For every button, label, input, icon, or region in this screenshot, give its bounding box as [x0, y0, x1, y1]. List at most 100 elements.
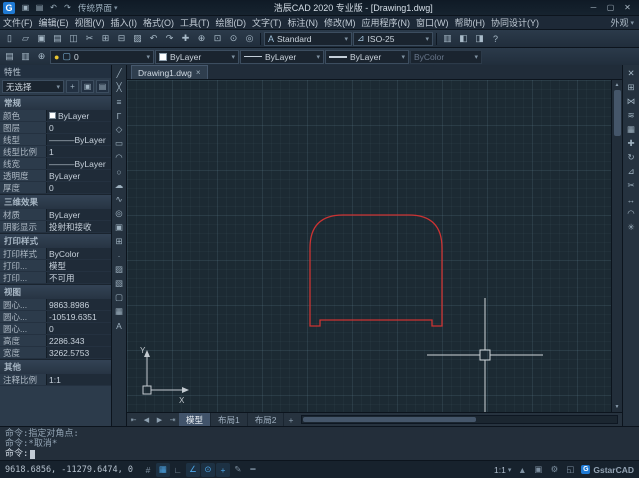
menu-item[interactable]: 帮助(H)	[452, 16, 489, 30]
ortho-toggle[interactable]: ∟	[171, 463, 185, 477]
polyline-icon[interactable]: Γ	[113, 109, 126, 122]
erase-icon[interactable]: ✕	[625, 67, 638, 80]
make-block-icon[interactable]: ⊞	[113, 235, 126, 248]
new-file-icon[interactable]: ▯	[2, 31, 17, 46]
print-icon[interactable]: ▤	[33, 1, 46, 14]
redo-icon[interactable]: ↷	[61, 1, 74, 14]
drawn-shape[interactable]	[310, 215, 442, 326]
layout-tab[interactable]: 布局2	[248, 413, 285, 426]
layer-combo[interactable]: ● ▢ 0 ▾	[50, 50, 154, 64]
autoscale-icon[interactable]: ▣	[531, 463, 545, 477]
menu-item[interactable]: 插入(I)	[108, 16, 141, 30]
redo-icon[interactable]: ↷	[162, 31, 177, 46]
rotate-icon[interactable]: ↻	[625, 151, 638, 164]
layout-tab[interactable]: 布局1	[211, 413, 248, 426]
spline-icon[interactable]: ∿	[113, 193, 126, 206]
horizontal-scrollbar[interactable]	[301, 415, 618, 424]
property-row[interactable]: 圆心... 0	[0, 323, 111, 335]
toggle-pickadd-button[interactable]: +	[66, 80, 79, 93]
ellipse-icon[interactable]: ◎	[113, 207, 126, 220]
dim-style-combo[interactable]: ⊿ ISO-25 ▾	[353, 32, 433, 46]
menu-item[interactable]: 文件(F)	[0, 16, 36, 30]
property-row[interactable]: 宽度 3262.5753	[0, 347, 111, 359]
zoom-realtime-icon[interactable]: ⊕	[194, 31, 209, 46]
workspace-switcher[interactable]: 传统界面▾	[78, 2, 118, 14]
layout-tab[interactable]: 模型	[179, 413, 211, 426]
move-icon[interactable]: ✚	[625, 137, 638, 150]
command-prompt-line[interactable]: 命令:	[5, 449, 634, 459]
menu-item[interactable]: 视图(V)	[72, 16, 108, 30]
horizontal-scroll-thumb[interactable]	[303, 417, 476, 422]
multiline-icon[interactable]: ≡	[113, 95, 126, 108]
property-row[interactable]: 打印... 不可用	[0, 272, 111, 284]
copy-icon[interactable]: ⊞	[625, 81, 638, 94]
extend-icon[interactable]: ↔	[625, 193, 638, 206]
line-icon[interactable]: ╱	[113, 67, 126, 80]
make-layer-current-icon[interactable]: ⊕	[34, 49, 49, 64]
insert-block-icon[interactable]: ▣	[113, 221, 126, 234]
table-icon[interactable]: ▦	[113, 305, 126, 318]
copy-clip-icon[interactable]: ⊞	[98, 31, 113, 46]
menu-item[interactable]: 文字(T)	[249, 16, 285, 30]
select-objects-button[interactable]: ▣	[81, 80, 94, 93]
otrack-toggle[interactable]: +	[216, 463, 230, 477]
gradient-icon[interactable]: ▧	[113, 277, 126, 290]
section-header[interactable]: 视图	[0, 284, 111, 299]
close-button[interactable]: ✕	[619, 1, 636, 14]
paste-icon[interactable]: ⊟	[114, 31, 129, 46]
selection-combo[interactable]: 无选择 ▾	[2, 80, 64, 93]
tool-palettes-icon[interactable]: ◨	[472, 31, 487, 46]
clean-screen-icon[interactable]: ◱	[563, 463, 577, 477]
plot-preview-icon[interactable]: ◫	[66, 31, 81, 46]
drawing-canvas[interactable]: Y X	[127, 80, 611, 412]
zoom-window-icon[interactable]: ⊡	[210, 31, 225, 46]
menu-item[interactable]: 窗口(W)	[413, 16, 452, 30]
layer-states-icon[interactable]: ▥	[18, 49, 33, 64]
menu-item[interactable]: 工具(T)	[177, 16, 213, 30]
section-header[interactable]: 其他	[0, 359, 111, 374]
polygon-icon[interactable]: ◇	[113, 123, 126, 136]
design-center-icon[interactable]: ◧	[456, 31, 471, 46]
menu-item[interactable]: 编辑(E)	[36, 16, 72, 30]
construction-line-icon[interactable]: ╳	[113, 81, 126, 94]
property-row[interactable]: 颜色 ByLayer	[0, 110, 111, 122]
menu-item[interactable]: 应用程序(N)	[359, 16, 414, 30]
properties-title[interactable]: 特性	[0, 65, 111, 78]
explode-icon[interactable]: ✳	[625, 221, 638, 234]
fillet-icon[interactable]: ◠	[625, 207, 638, 220]
undo-icon[interactable]: ↶	[47, 1, 60, 14]
menu-item[interactable]: 格式(O)	[140, 16, 177, 30]
property-row[interactable]: 打印样式 ByColor	[0, 248, 111, 260]
properties-palette-icon[interactable]: ▥	[440, 31, 455, 46]
vertical-scroll-thumb[interactable]	[614, 90, 621, 136]
linetype-combo[interactable]: ByLayer ▾	[240, 50, 324, 64]
help-icon[interactable]: ?	[488, 31, 503, 46]
save-icon[interactable]: ▣	[34, 31, 49, 46]
maximize-button[interactable]: ▢	[602, 1, 619, 14]
property-row[interactable]: 阴影显示 投射和接收	[0, 221, 111, 233]
offset-icon[interactable]: ≋	[625, 109, 638, 122]
annotation-scale-combo[interactable]: 1:1 ▾	[494, 465, 511, 475]
close-tab-icon[interactable]: ×	[196, 68, 201, 77]
quick-select-button[interactable]: ▤	[96, 80, 109, 93]
cut-icon[interactable]: ✂	[82, 31, 97, 46]
region-icon[interactable]: ▢	[113, 291, 126, 304]
plot-icon[interactable]: ▤	[50, 31, 65, 46]
trim-icon[interactable]: ✂	[625, 179, 638, 192]
prev-tab-button[interactable]: ◀	[140, 413, 153, 426]
pan-icon[interactable]: ✚	[178, 31, 193, 46]
vertical-scrollbar[interactable]: ▲ ▼	[611, 80, 622, 412]
zoom-extents-icon[interactable]: ◎	[242, 31, 257, 46]
property-row[interactable]: 透明度 ByLayer	[0, 170, 111, 182]
match-properties-icon[interactable]: ▨	[130, 31, 145, 46]
color-combo[interactable]: ByLayer ▾	[155, 50, 239, 64]
rectangle-icon[interactable]: ▭	[113, 137, 126, 150]
property-row[interactable]: 注释比例 1:1	[0, 374, 111, 386]
scale-icon[interactable]: ⊿	[625, 165, 638, 178]
add-layout-button[interactable]: +	[284, 415, 297, 425]
property-row[interactable]: 圆心... -10519.6351	[0, 311, 111, 323]
text-style-combo[interactable]: A Standard ▾	[264, 32, 352, 46]
scroll-down-icon[interactable]: ▼	[612, 402, 622, 412]
save-icon[interactable]: ▣	[19, 1, 32, 14]
open-file-icon[interactable]: ▱	[18, 31, 33, 46]
